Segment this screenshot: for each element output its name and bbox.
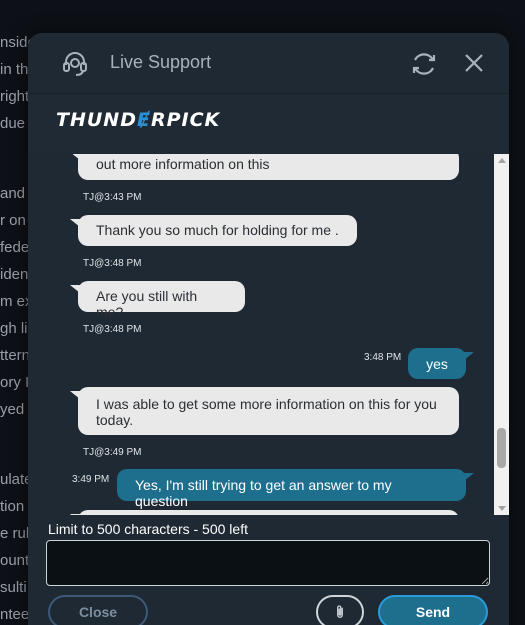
chat-title: Live Support xyxy=(110,52,212,72)
user-message: Yes, I'm still trying to get an answer t… xyxy=(117,469,474,509)
character-limit: Limit to 500 characters - 500 left xyxy=(48,521,248,537)
brand-bar: THUNDɆRPICK xyxy=(28,93,509,154)
user-message: yes xyxy=(408,348,474,379)
widget-header: Live Support xyxy=(28,33,509,93)
background-text-line: yed xyxy=(0,401,25,418)
close-button[interactable]: Close xyxy=(48,595,148,625)
background-text-line: ttern xyxy=(0,347,31,364)
background-text-line: iden xyxy=(0,266,29,283)
background-text-line: due xyxy=(0,115,26,132)
agent-message: I was able to get some more information … xyxy=(70,387,459,435)
message-list[interactable]: out more information on this TJ@3:43 PM … xyxy=(28,154,494,515)
background-text-line: r on xyxy=(0,212,26,229)
send-button[interactable]: Send xyxy=(378,595,488,625)
scroll-down-arrow-icon[interactable] xyxy=(498,506,506,511)
thunderpick-logo: THUNDɆRPICK xyxy=(56,109,221,131)
agent-message: out more information on this xyxy=(70,154,459,180)
scrollbar-thumb[interactable] xyxy=(497,428,506,468)
agent-message: Are you still with me? xyxy=(70,281,245,320)
close-icon[interactable] xyxy=(462,51,486,75)
background-text-line: in th xyxy=(0,61,29,78)
background-text-line: ntee xyxy=(0,606,30,623)
message-input[interactable] xyxy=(46,540,490,586)
scroll-up-arrow-icon[interactable] xyxy=(498,158,506,163)
agent-timestamp: TJ@3:43 PM xyxy=(83,192,142,203)
refresh-icon[interactable] xyxy=(409,49,439,79)
headset-icon xyxy=(63,52,87,76)
user-timestamp: 3:49 PM xyxy=(72,474,110,485)
live-support-widget: Live Support THUNDɆRPICK out more inform… xyxy=(28,33,509,625)
background-text-line: sulti xyxy=(0,579,27,596)
message-scrollbar[interactable] xyxy=(494,154,509,515)
attach-button[interactable] xyxy=(316,595,364,625)
user-timestamp: 3:48 PM xyxy=(364,352,402,363)
logo-bolt: Ɇ xyxy=(136,109,151,131)
agent-timestamp: TJ@3:48 PM xyxy=(83,258,142,269)
agent-timestamp: TJ@3:48 PM xyxy=(83,324,142,335)
background-text-line: fede xyxy=(0,239,30,256)
background-text-line: ount xyxy=(0,552,30,569)
background-text-line: and xyxy=(0,185,26,202)
paperclip-icon xyxy=(337,605,343,618)
agent-message: Thank you so much for holding for me . xyxy=(70,215,357,246)
chat-footer: Limit to 500 characters - 500 left Close… xyxy=(28,515,509,625)
background-text-line: gh li xyxy=(0,320,28,337)
agent-timestamp: TJ@3:49 PM xyxy=(83,447,142,458)
background-text-line: ory I xyxy=(0,374,30,391)
background-text-line: right xyxy=(0,88,30,105)
